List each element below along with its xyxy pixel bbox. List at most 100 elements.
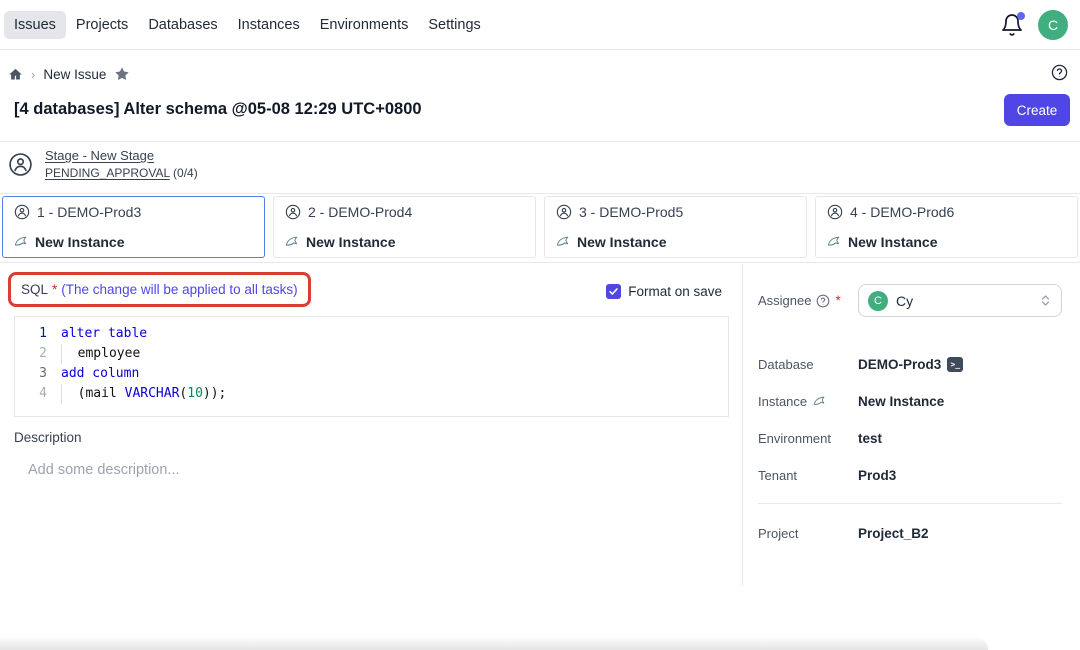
field-label: Project [758,526,798,541]
code-text: ( [179,384,187,404]
task-card-title: 3 - DEMO-Prod5 [579,204,683,220]
bottom-shadow-bar [0,637,988,650]
task-card-instance: New Instance [306,234,395,250]
chevron-up-down-icon [1039,293,1052,308]
code-text: (mail [62,384,125,404]
code-text: )); [203,384,226,404]
breadcrumb-current[interactable]: New Issue [43,67,106,82]
nav-item-projects[interactable]: Projects [66,11,138,39]
nav-item-settings[interactable]: Settings [418,11,490,39]
task-card-title: 1 - DEMO-Prod3 [37,204,141,220]
database-engine-icon [556,235,570,249]
nav-item-issues[interactable]: Issues [4,11,66,39]
sidebar-divider [742,264,743,586]
check-icon [608,286,619,297]
approval-person-icon [8,152,33,177]
help-icon[interactable] [1051,64,1068,81]
breadcrumb-separator: › [31,67,35,82]
code-line: 3add column [15,364,728,384]
field-tenant: Tenant Prod3 [758,468,896,483]
stage-status-text: PENDING_APPROVAL [45,166,170,180]
task-card-instance: New Instance [35,234,124,250]
field-project: Project Project_B2 [758,526,929,541]
create-button[interactable]: Create [1004,94,1070,126]
code-text: alter table [61,324,147,344]
stage-status[interactable]: PENDING_APPROVAL (0/4) [45,166,198,180]
code-line: 4 (mail VARCHAR(10)); [15,384,728,404]
sql-editor-terminal-icon[interactable]: >_ [947,357,963,372]
divider [0,262,1080,263]
field-label: Tenant [758,468,797,483]
task-card-title: 2 - DEMO-Prod4 [308,204,412,220]
field-label: Environment [758,431,831,446]
task-card-4[interactable]: 4 - DEMO-Prod6 New Instance [815,196,1078,258]
nav-item-environments[interactable]: Environments [310,11,419,39]
database-engine-icon [813,395,826,408]
sql-editor[interactable]: 1alter table 2 employee 3add column 4 (m… [14,316,729,417]
database-engine-icon [285,235,299,249]
stage-section: Stage - New Stage PENDING_APPROVAL (0/4) [8,148,198,180]
code-line: 2 employee [15,344,728,364]
nav-item-databases[interactable]: Databases [138,11,227,39]
top-navigation: Issues Projects Databases Instances Envi… [0,0,1080,50]
tenant-value: Prod3 [858,468,896,483]
assignee-avatar: C [868,291,888,311]
notification-bell-icon[interactable] [1000,12,1024,38]
notification-dot [1017,12,1025,20]
sidebar-section-divider [758,503,1062,504]
line-number: 4 [15,384,61,404]
code-text: add column [61,364,139,384]
sql-note: (The change will be applied to all tasks… [61,282,297,297]
new-issue-page: Issues Projects Databases Instances Envi… [0,0,1080,650]
description-label: Description [14,430,82,445]
home-icon[interactable] [8,67,23,82]
stage-link[interactable]: Stage - New Stage [45,148,198,163]
task-card-1[interactable]: 1 - DEMO-Prod3 New Instance [2,196,265,258]
code-text: 10 [187,384,203,404]
approval-person-icon [14,204,30,220]
project-value[interactable]: Project_B2 [858,526,929,541]
sql-label-annotation-box: SQL * (The change will be applied to all … [8,272,311,307]
description-input[interactable]: Add some description... [28,462,180,478]
task-card-2[interactable]: 2 - DEMO-Prod4 New Instance [273,196,536,258]
task-card-3[interactable]: 3 - DEMO-Prod5 New Instance [544,196,807,258]
nav-item-instances[interactable]: Instances [228,11,310,39]
page-title: [4 databases] Alter schema @05-08 12:29 … [14,100,422,119]
code-line: 1alter table [15,324,728,344]
stage-progress: (0/4) [170,166,198,180]
line-number: 2 [15,344,61,364]
code-text: VARCHAR [125,384,180,404]
task-card-instance: New Instance [577,234,666,250]
approval-person-icon [556,204,572,220]
task-cards: 1 - DEMO-Prod3 New Instance 2 - DEMO-Pro… [2,196,1078,258]
approval-person-icon [827,204,843,220]
field-value: DEMO-Prod3 >_ [858,357,963,372]
database-value[interactable]: DEMO-Prod3 [858,357,941,372]
field-label: Database [758,357,814,372]
database-engine-icon [827,235,841,249]
code-text: employee [62,344,140,364]
user-avatar[interactable]: C [1038,10,1068,40]
required-asterisk: * [52,282,57,297]
sql-label: SQL [21,282,48,297]
database-engine-icon [14,235,28,249]
breadcrumb: › New Issue [8,62,1070,86]
format-on-save-checkbox[interactable] [606,284,621,299]
assignee-value: Cy [896,293,913,309]
field-environment: Environment test [758,431,882,446]
format-on-save-label[interactable]: Format on save [628,284,722,299]
assignee-label: Assignee [758,293,811,308]
environment-value: test [858,431,882,446]
field-label: Instance [758,394,807,409]
nav-items: Issues Projects Databases Instances Envi… [4,11,491,39]
required-asterisk: * [835,293,840,308]
task-card-title: 4 - DEMO-Prod6 [850,204,954,220]
divider [0,141,1080,142]
field-database: Database DEMO-Prod3 >_ [758,357,963,372]
field-instance: Instance New Instance [758,394,944,409]
line-number: 1 [15,324,61,344]
assignee-help-icon[interactable] [816,294,830,308]
assignee-select[interactable]: C Cy [858,284,1062,317]
line-number: 3 [15,364,61,384]
star-icon[interactable] [114,66,130,82]
